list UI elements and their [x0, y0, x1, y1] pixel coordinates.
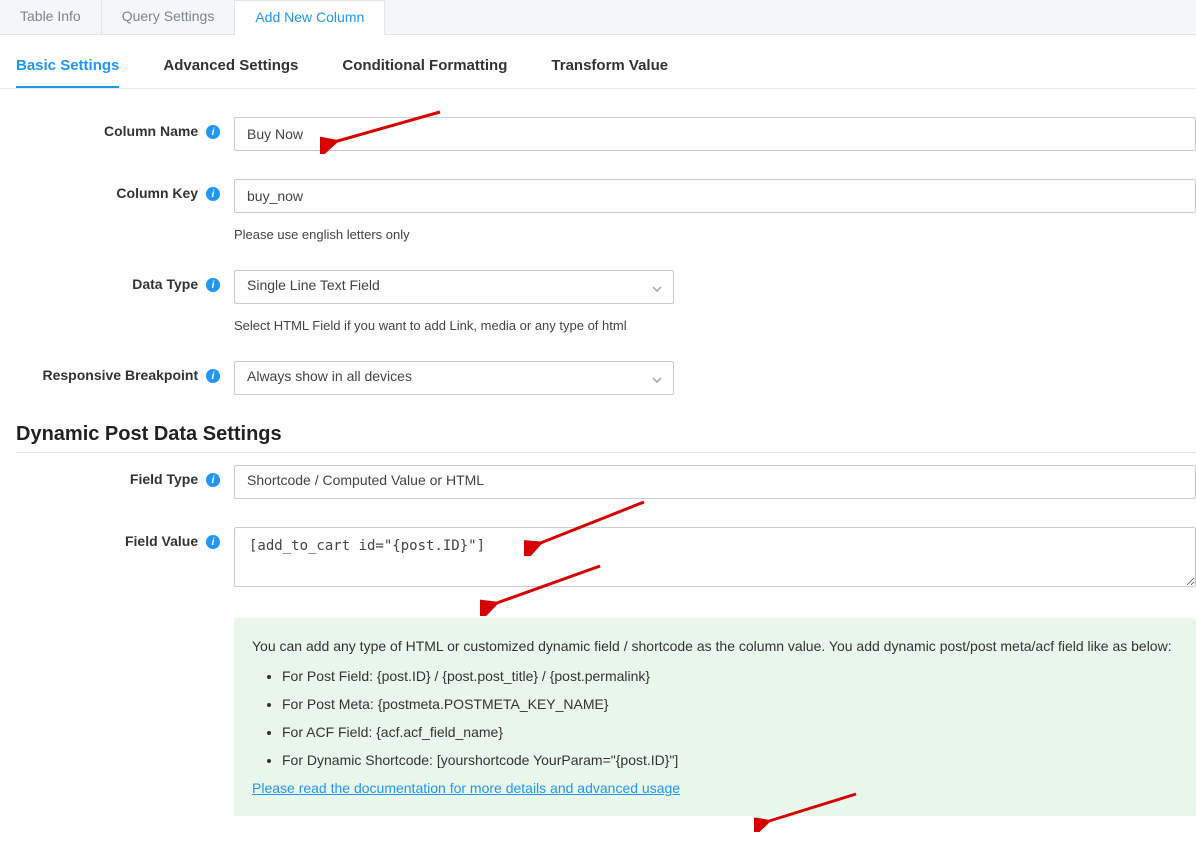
list-item: For Dynamic Shortcode: [yourshortcode Yo…	[282, 752, 1178, 768]
info-icon[interactable]: i	[206, 187, 220, 201]
label-field-type: Field Type	[130, 471, 198, 487]
top-tabs: Table Info Query Settings Add New Column	[0, 0, 1196, 35]
info-icon[interactable]: i	[206, 125, 220, 139]
row-field-type: Field Type i Shortcode / Computed Value …	[0, 465, 1196, 499]
label-column-name: Column Name	[104, 123, 198, 139]
info-icon[interactable]: i	[206, 369, 220, 383]
subtab-advanced-settings[interactable]: Advanced Settings	[163, 57, 298, 88]
row-field-value: Field Value i	[0, 527, 1196, 590]
info-icon[interactable]: i	[206, 535, 220, 549]
tab-add-new-column[interactable]: Add New Column	[235, 0, 385, 35]
documentation-link[interactable]: Please read the documentation for more d…	[252, 780, 680, 796]
label-field-value: Field Value	[125, 533, 198, 549]
info-icon[interactable]: i	[206, 278, 220, 292]
responsive-select[interactable]: Always show in all devices	[234, 361, 674, 395]
field-type-select[interactable]: Shortcode / Computed Value or HTML	[234, 465, 1196, 499]
sub-tabs: Basic Settings Advanced Settings Conditi…	[0, 35, 1196, 89]
list-item: For Post Meta: {postmeta.POSTMETA_KEY_NA…	[282, 696, 1178, 712]
label-column-key: Column Key	[116, 185, 198, 201]
label-responsive: Responsive Breakpoint	[43, 367, 199, 383]
info-panel-list: For Post Field: {post.ID} / {post.post_t…	[252, 668, 1178, 768]
subtab-transform-value[interactable]: Transform Value	[551, 57, 668, 88]
subtab-basic-settings[interactable]: Basic Settings	[16, 57, 119, 88]
tab-table-info[interactable]: Table Info	[0, 0, 102, 35]
data-type-select[interactable]: Single Line Text Field	[234, 270, 674, 304]
field-value-textarea[interactable]	[234, 527, 1196, 587]
section-heading-dynamic: Dynamic Post Data Settings	[16, 423, 1196, 453]
column-name-input[interactable]	[234, 117, 1196, 151]
row-data-type: Data Type i Single Line Text Field Selec…	[0, 270, 1196, 333]
row-responsive: Responsive Breakpoint i Always show in a…	[0, 361, 1196, 395]
tab-query-settings[interactable]: Query Settings	[102, 0, 236, 35]
list-item: For ACF Field: {acf.acf_field_name}	[282, 724, 1178, 740]
helper-column-key: Please use english letters only	[234, 227, 1196, 242]
helper-data-type: Select HTML Field if you want to add Lin…	[234, 318, 1196, 333]
label-data-type: Data Type	[132, 276, 198, 292]
info-icon[interactable]: i	[206, 473, 220, 487]
row-column-key: Column Key i Please use english letters …	[0, 179, 1196, 242]
subtab-conditional-formatting[interactable]: Conditional Formatting	[342, 57, 507, 88]
info-panel: You can add any type of HTML or customiz…	[234, 618, 1196, 816]
column-key-input[interactable]	[234, 179, 1196, 213]
row-column-name: Column Name i	[0, 117, 1196, 151]
list-item: For Post Field: {post.ID} / {post.post_t…	[282, 668, 1178, 684]
info-panel-lead: You can add any type of HTML or customiz…	[252, 638, 1178, 654]
